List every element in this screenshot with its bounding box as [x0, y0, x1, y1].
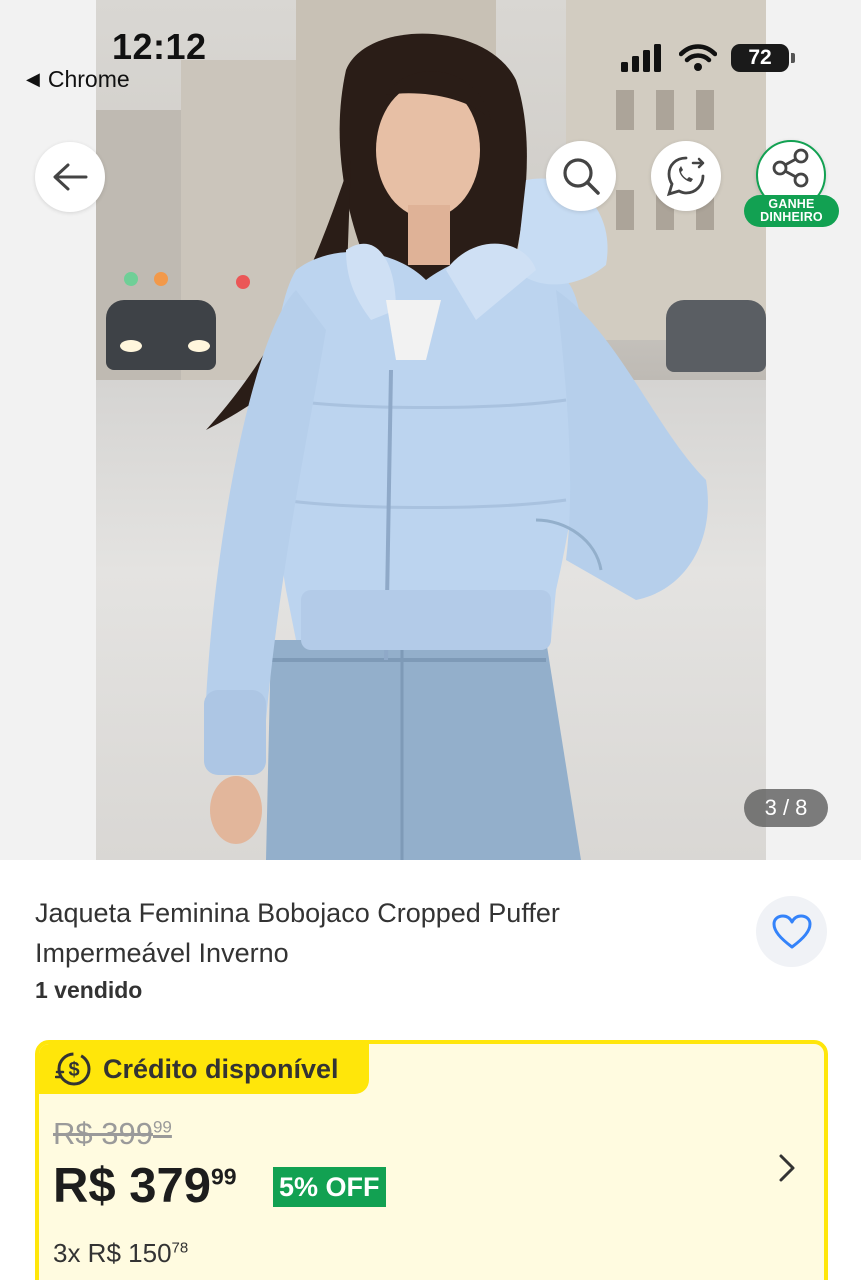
earn-money-badge[interactable]: GANHE DINHEIRO	[744, 195, 839, 227]
product-image-gallery[interactable]	[0, 0, 861, 860]
credit-available-tab: $ Crédito disponível	[39, 1044, 369, 1094]
back-triangle-icon: ◀	[26, 69, 40, 89]
battery-level: 72	[748, 46, 772, 69]
search-icon	[563, 158, 600, 195]
status-time: 12:12	[112, 26, 207, 67]
original-price-cents: 99	[152, 1117, 172, 1137]
whatsapp-icon	[666, 156, 705, 197]
status-icons: 72	[621, 44, 795, 72]
back-app-label: Chrome	[47, 66, 130, 92]
credit-offer-card[interactable]: $ Crédito disponível R$ 39999 R$ 37999 5…	[35, 1040, 828, 1280]
share-icon	[772, 148, 809, 188]
search-button[interactable]	[546, 141, 616, 211]
original-price: R$ 39999	[53, 1116, 172, 1152]
credit-available-label: Crédito disponível	[103, 1053, 339, 1084]
earn-badge-line2: DINHEIRO	[760, 210, 823, 224]
original-price-value: R$ 399	[53, 1116, 153, 1151]
product-page: 12:12 ◀ Chrome 72 GANHE DINHEIRO 3 / 8 J…	[0, 0, 861, 1280]
installments-cents: 78	[171, 1239, 189, 1257]
image-page-counter: 3 / 8	[744, 789, 828, 827]
svg-text:$: $	[68, 1059, 79, 1081]
sold-count: 1 vendido	[35, 977, 143, 1003]
wifi-icon	[679, 44, 717, 71]
current-price: R$ 37999	[53, 1158, 237, 1214]
back-arrow-icon	[53, 163, 88, 191]
product-title: Jaqueta Feminina Bobojaco Cropped Puffer…	[35, 898, 560, 968]
current-price-cents: 99	[211, 1163, 237, 1190]
dollar-coin-icon: $	[55, 1052, 91, 1086]
current-price-value: R$ 379	[53, 1159, 212, 1213]
discount-badge: 5% OFF	[273, 1167, 386, 1207]
favorite-button[interactable]	[756, 896, 827, 967]
chevron-right-icon[interactable]	[775, 1152, 799, 1184]
installments-text: 3x R$ 15078	[53, 1238, 188, 1269]
model-figure	[204, 33, 708, 860]
battery-icon: 72	[731, 44, 795, 72]
heart-icon	[772, 914, 811, 948]
back-to-app-link[interactable]: ◀ Chrome	[26, 66, 130, 93]
whatsapp-share-button[interactable]	[651, 141, 721, 211]
installments-value: 3x R$ 150	[53, 1238, 172, 1268]
back-button[interactable]	[35, 142, 105, 212]
signal-icon	[621, 44, 661, 72]
